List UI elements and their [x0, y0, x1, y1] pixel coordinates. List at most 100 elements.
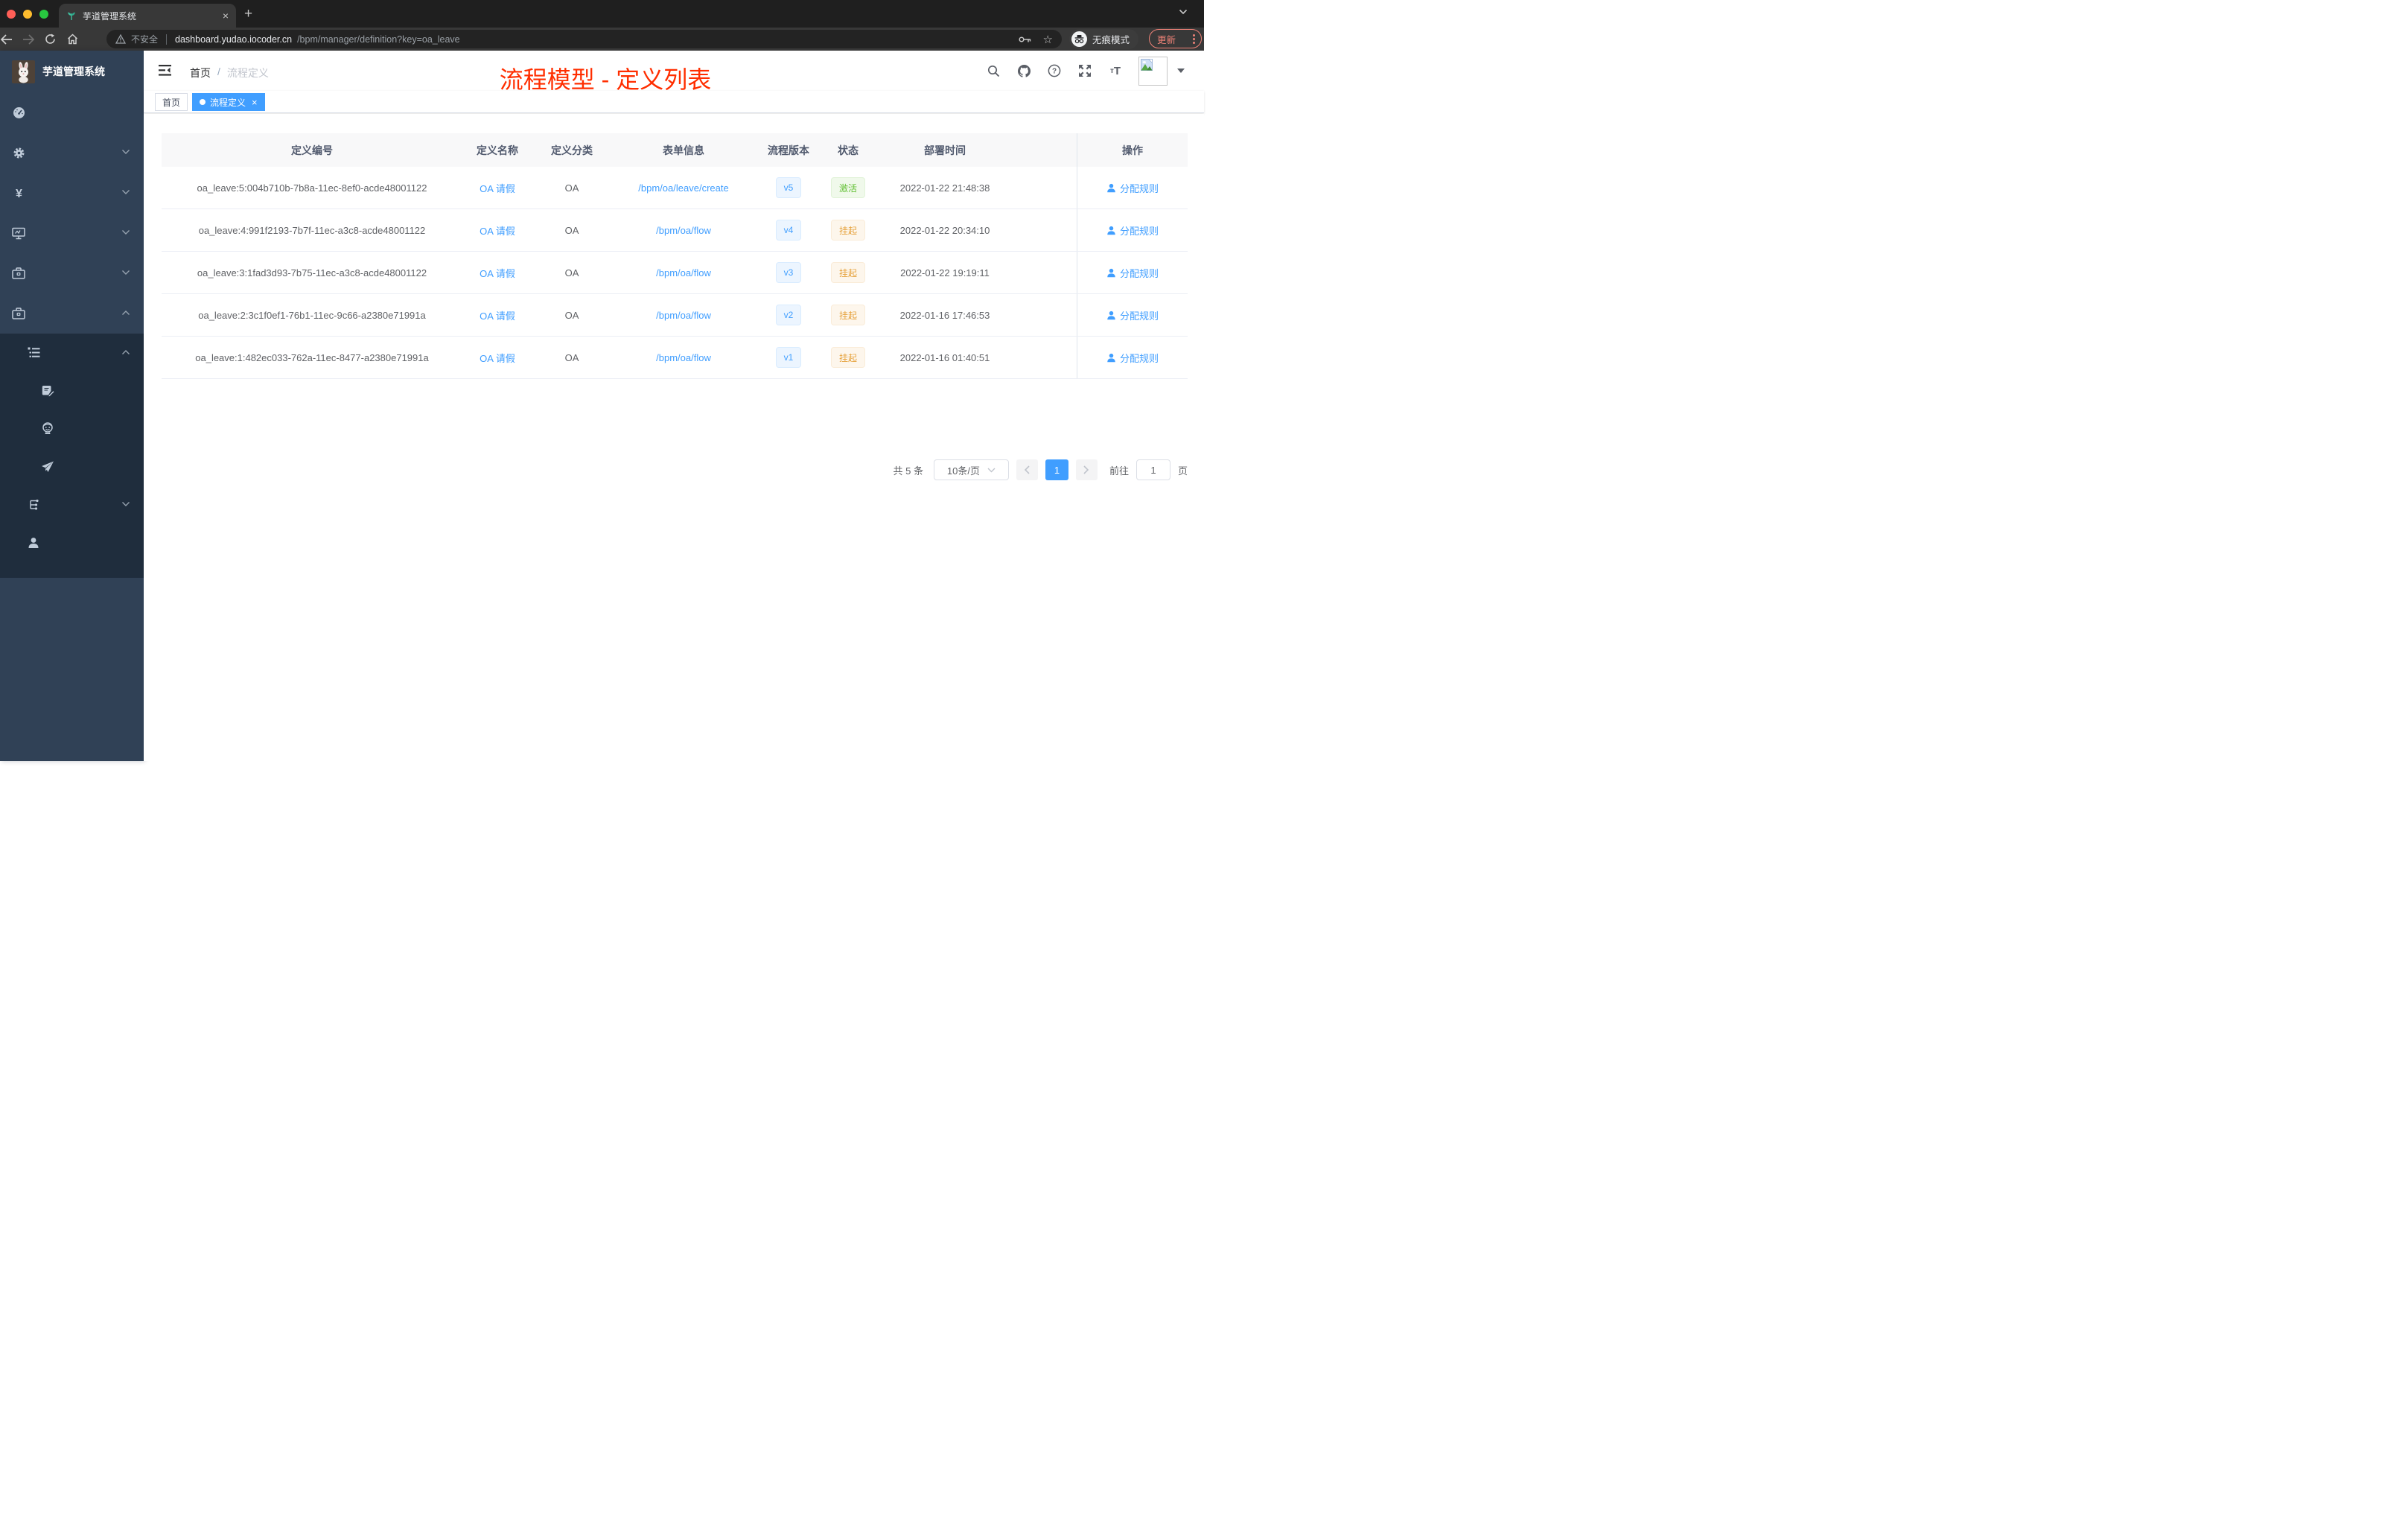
font-size-icon[interactable]: тT [1108, 63, 1123, 78]
name-link[interactable]: OA 请假 [480, 181, 515, 195]
minimize-window-button[interactable] [23, 10, 32, 19]
assign-rule-link[interactable]: 分配规则 [1106, 181, 1159, 195]
sidebar-item-流程模型[interactable] [0, 448, 144, 485]
cell-time: 2022-01-16 17:46:53 [899, 309, 990, 321]
search-icon[interactable] [986, 63, 1001, 78]
sidebar-item-流程表单[interactable] [0, 372, 144, 410]
sidebar-item-流程管理[interactable] [0, 334, 144, 372]
gear-icon [12, 146, 25, 159]
cell-name: OA 请假 [462, 294, 532, 336]
logo-row[interactable]: 芋道管理系统 [0, 51, 144, 92]
address-bar[interactable]: 不安全 dashboard.yudao.iocoder.cn/bpm/manag… [106, 30, 1062, 48]
tag-process-definition[interactable]: 流程定义 × [192, 93, 265, 111]
avatar[interactable] [1138, 56, 1168, 86]
app-root: 芋道管理系统 ¥ 首页 / 流程定义 ? т T 流程模型 - 定义列表 首页 … [0, 51, 1204, 761]
column-header-version: 流程版本 [756, 133, 821, 167]
sidebar-item-请假查询[interactable] [0, 523, 144, 561]
cell-status: 挂起 [821, 252, 875, 293]
browser-tab[interactable]: 芋道管理系统 × [59, 4, 236, 28]
sidebar-item-系统管理[interactable] [0, 133, 144, 173]
tab-search-chevron-icon[interactable] [1179, 9, 1188, 15]
breadcrumb-home[interactable]: 首页 [190, 66, 211, 80]
form-link[interactable]: /bpm/oa/flow [656, 310, 711, 321]
next-page-button[interactable] [1075, 459, 1098, 480]
assign-rule-link[interactable]: 分配规则 [1106, 308, 1159, 322]
incognito-badge: 无痕模式 [1069, 29, 1139, 49]
cell-version: v3 [756, 252, 821, 293]
avatar-dropdown-caret-icon[interactable] [1177, 69, 1185, 73]
cell-category: OA [564, 267, 579, 278]
sidebar-item-研发工具[interactable] [0, 253, 144, 293]
cell-filler [1015, 209, 1077, 251]
cell-time: 2022-01-16 01:40:51 [899, 351, 990, 363]
sidebar-menu: ¥ [0, 92, 144, 578]
assign-rule-link[interactable]: 分配规则 [1106, 351, 1159, 365]
user-icon [1106, 353, 1116, 363]
user-icon [1106, 226, 1116, 235]
name-link[interactable]: OA 请假 [480, 308, 515, 322]
cell-id: oa_leave:3:1fad3d93-7b75-11ec-a3c8-acde4… [197, 267, 427, 278]
status-badge: 挂起 [830, 220, 865, 241]
home-icon[interactable] [67, 34, 89, 45]
tag-home[interactable]: 首页 [155, 93, 188, 111]
tab-title: 芋道管理系统 [83, 10, 137, 22]
name-link[interactable]: OA 请假 [480, 223, 515, 238]
cell-action: 分配规则 [1077, 209, 1188, 251]
form-link[interactable]: /bpm/oa/flow [656, 225, 711, 236]
dashboard-icon [12, 106, 25, 119]
assign-rule-link[interactable]: 分配规则 [1106, 266, 1159, 280]
browser-update-button[interactable]: 更新 [1149, 29, 1202, 48]
window-controls[interactable] [7, 10, 48, 19]
sidebar-item-基础设施[interactable] [0, 213, 144, 253]
cell-action: 分配规则 [1077, 167, 1188, 208]
cell-filler [1015, 294, 1077, 336]
update-label[interactable]: 更新 [1157, 32, 1176, 46]
not-secure-label[interactable]: 不安全 [131, 33, 158, 45]
zoom-window-button[interactable] [39, 10, 48, 19]
name-link[interactable]: OA 请假 [480, 351, 515, 365]
sidebar-item-任务管理[interactable] [0, 485, 144, 523]
github-icon[interactable] [1016, 63, 1031, 78]
bookmark-star-icon[interactable]: ☆ [1043, 33, 1053, 46]
new-tab-button[interactable]: + [244, 6, 252, 22]
help-icon[interactable]: ? [1047, 63, 1062, 78]
form-link[interactable]: /bpm/oa/flow [656, 267, 711, 278]
sidebar-item-支付管理[interactable]: ¥ [0, 173, 144, 213]
cell-id: oa_leave:2:3c1f0ef1-76b1-11ec-9c66-a2380… [198, 309, 426, 321]
back-icon[interactable] [0, 34, 22, 45]
browser-toolbar: 不安全 dashboard.yudao.iocoder.cn/bpm/manag… [0, 28, 1204, 51]
status-badge: 挂起 [830, 347, 865, 368]
sidebar-item-首页[interactable] [0, 92, 144, 133]
goto-page-input[interactable]: 1 [1135, 459, 1170, 480]
forward-icon[interactable] [22, 34, 45, 45]
definition-table: 定义编号 定义名称 定义分类 表单信息 流程版本 状态 部署时间 操作 oa_leave:5:0… [162, 133, 1188, 379]
version-badge: v3 [775, 262, 802, 283]
name-link[interactable]: OA 请假 [480, 266, 515, 280]
prev-page-button[interactable] [1016, 459, 1038, 480]
browser-menu-icon[interactable] [1193, 34, 1195, 44]
version-badge: v1 [775, 347, 802, 368]
status-badge: 挂起 [830, 305, 865, 325]
column-header-form: 表单信息 [611, 133, 756, 167]
sidebar-item-工作流程[interactable] [0, 293, 144, 334]
tag-close-icon[interactable]: × [252, 98, 258, 107]
close-window-button[interactable] [7, 10, 16, 19]
sidebar-collapse-icon[interactable] [159, 65, 171, 76]
reload-icon[interactable] [45, 34, 67, 45]
key-icon[interactable] [1018, 35, 1031, 44]
form-link[interactable]: /bpm/oa/leave/create [638, 182, 728, 194]
page-number-button[interactable]: 1 [1045, 459, 1068, 480]
tree-icon [27, 498, 40, 512]
cell-name: OA 请假 [462, 209, 532, 251]
browser-window: 芋道管理系统 × + 不安全 dashboard.yudao.iocoder.c… [0, 0, 1204, 761]
fullscreen-icon[interactable] [1077, 63, 1092, 78]
status-badge: 激活 [830, 177, 865, 198]
tab-close-icon[interactable]: × [223, 10, 229, 21]
form-link[interactable]: /bpm/oa/flow [656, 352, 711, 363]
cell-name: OA 请假 [462, 167, 532, 208]
page-size-select[interactable]: 10条/页 [933, 459, 1009, 480]
browser-tabstrip: 芋道管理系统 × + [0, 0, 1204, 28]
cell-version: v1 [756, 337, 821, 378]
assign-rule-link[interactable]: 分配规则 [1106, 223, 1159, 238]
sidebar-item-用户分组[interactable] [0, 410, 144, 448]
